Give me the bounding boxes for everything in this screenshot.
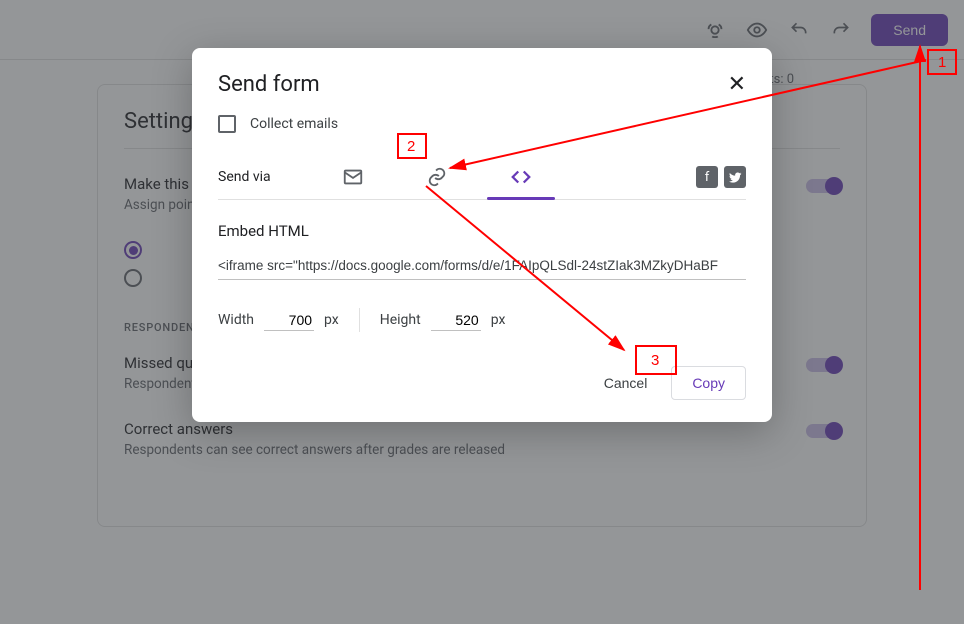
dialog-title: Send form [218, 72, 320, 97]
undo-icon[interactable] [787, 18, 811, 42]
correct-title: Correct answers [124, 420, 505, 438]
quiz-toggle[interactable] [806, 179, 840, 193]
width-input[interactable] [264, 310, 314, 331]
missed-toggle[interactable] [806, 358, 840, 372]
collect-emails-row[interactable]: Collect emails [218, 115, 746, 133]
link-icon [426, 166, 448, 188]
embed-icon [510, 166, 532, 188]
embed-html-label: Embed HTML [218, 222, 746, 240]
correct-desc: Respondents can see correct answers afte… [124, 442, 505, 458]
cancel-button[interactable]: Cancel [590, 367, 662, 399]
release-radio-2[interactable] [124, 269, 142, 287]
send-button[interactable]: Send [871, 14, 948, 46]
facebook-icon[interactable]: f [696, 166, 718, 188]
height-input[interactable] [431, 310, 481, 331]
width-label: Width [218, 312, 254, 328]
copy-button[interactable]: Copy [671, 366, 746, 400]
height-unit: px [491, 312, 506, 328]
tab-link[interactable] [395, 155, 479, 199]
collect-emails-label: Collect emails [250, 116, 338, 132]
email-icon [342, 166, 364, 188]
send-form-dialog: Send form ✕ Collect emails Send via f [192, 48, 772, 422]
close-icon[interactable]: ✕ [728, 72, 746, 97]
preview-icon[interactable] [745, 18, 769, 42]
tab-email[interactable] [311, 155, 395, 199]
release-radio-1[interactable] [124, 241, 142, 259]
height-label: Height [380, 312, 421, 328]
checkbox-icon[interactable] [218, 115, 236, 133]
width-unit: px [324, 312, 339, 328]
embed-code-input[interactable] [218, 254, 746, 280]
tab-embed[interactable] [479, 155, 563, 199]
send-via-label: Send via [218, 169, 271, 185]
theme-icon[interactable] [703, 18, 727, 42]
twitter-icon[interactable] [724, 166, 746, 188]
correct-toggle[interactable] [806, 424, 840, 438]
redo-icon[interactable] [829, 18, 853, 42]
